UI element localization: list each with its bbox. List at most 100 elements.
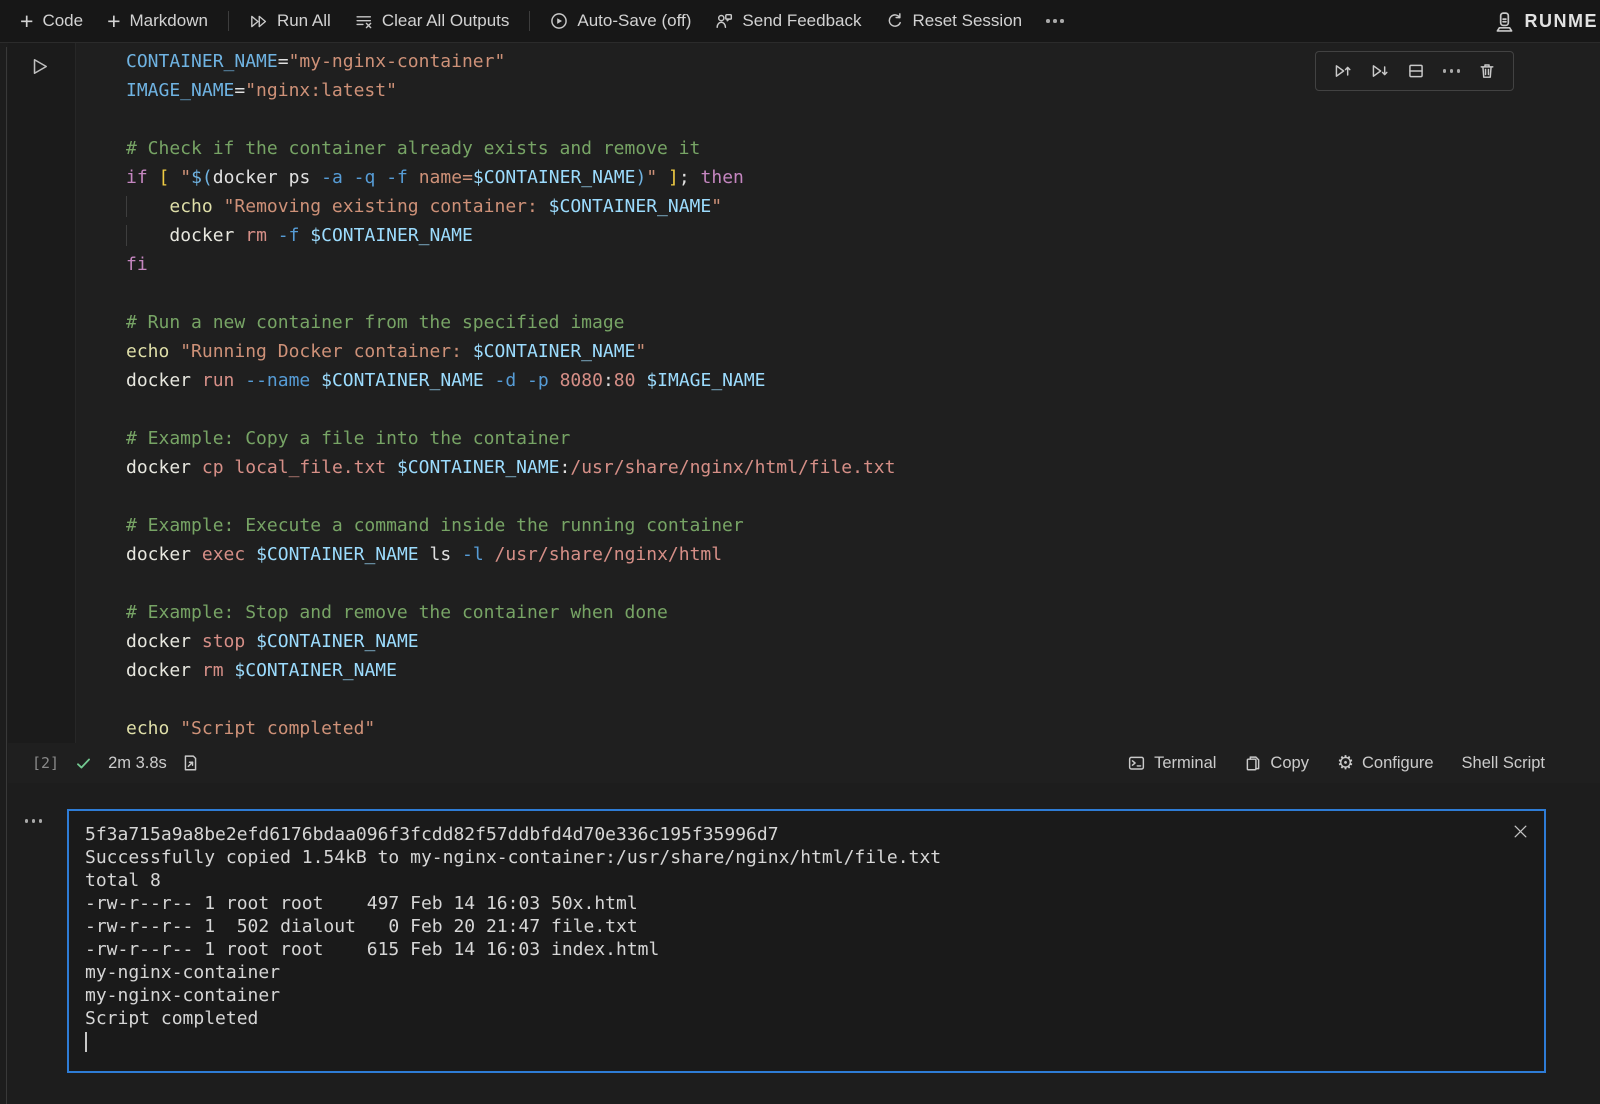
code-line: echo "Removing existing container: $CONT…: [126, 192, 1600, 221]
close-output-button[interactable]: [1510, 821, 1531, 842]
output-line: Script completed: [85, 1007, 1528, 1030]
gear-icon: ⚙: [1337, 755, 1354, 772]
auto-save-toggle[interactable]: Auto-Save (off): [538, 5, 703, 37]
code-line: # Example: Copy a file into the containe…: [126, 424, 1600, 453]
delete-cell-button[interactable]: [1470, 58, 1504, 84]
add-markdown-cell-button[interactable]: + Markdown: [95, 5, 220, 37]
output-line: -rw-r--r-- 1 502 dialout 0 Feb 20 21:47 …: [85, 915, 1528, 938]
cell-toolbar: [1315, 51, 1515, 91]
clear-all-outputs-button[interactable]: Clear All Outputs: [343, 5, 522, 37]
execution-duration: 2m 3.8s: [108, 754, 167, 773]
cell-footer: [2] 2m 3.8s Terminal: [8, 743, 1600, 783]
ellipsis-icon: [1046, 19, 1064, 23]
action-label: Terminal: [1154, 754, 1216, 773]
toolbar-item-label: Reset Session: [913, 11, 1023, 31]
play-down-icon: [1370, 62, 1389, 80]
code-lines: CONTAINER_NAME="my-nginx-container"IMAGE…: [126, 47, 1600, 743]
reset-session-button[interactable]: Reset Session: [874, 5, 1035, 37]
notebook-toolbar: + Code + Markdown Run All Clear All Outp…: [0, 0, 1600, 43]
terminal-cursor: [85, 1032, 87, 1052]
toolbar-divider: [228, 11, 229, 31]
action-label: Copy: [1270, 754, 1309, 773]
cell-more-actions-button[interactable]: [1435, 65, 1469, 77]
toolbar-divider: [529, 11, 530, 31]
configure-button[interactable]: ⚙ Configure: [1337, 754, 1434, 773]
output-more-actions-button[interactable]: [0, 809, 67, 824]
cell-actions-group: Terminal Copy ⚙ Configure Shell Script: [1127, 754, 1545, 773]
toolbar-left-group: + Code + Markdown Run All Clear All Outp…: [8, 5, 1076, 37]
toolbar-item-label: Code: [42, 11, 83, 31]
ellipsis-icon: [1443, 69, 1461, 73]
output-line: total 8: [85, 869, 1528, 892]
output-line: -rw-r--r-- 1 root root 615 Feb 14 16:03 …: [85, 938, 1528, 961]
output-line: Successfully copied 1.54kB to my-nginx-c…: [85, 846, 1528, 869]
code-line: [126, 482, 1600, 511]
code-cell: CONTAINER_NAME="my-nginx-container"IMAGE…: [8, 43, 1600, 783]
execution-count: [2]: [32, 754, 59, 772]
code-line: [126, 279, 1600, 308]
execute-cell-and-below-button[interactable]: [1362, 58, 1397, 84]
toolbar-more-actions-button[interactable]: [1034, 13, 1076, 29]
toolbar-item-label: Run All: [277, 11, 331, 31]
runme-brand[interactable]: RUNME: [1484, 7, 1599, 36]
file-open-icon: [182, 754, 199, 772]
code-line: docker stop $CONTAINER_NAME: [126, 627, 1600, 656]
execute-above-cells-button[interactable]: [1325, 58, 1360, 84]
code-line: docker rm $CONTAINER_NAME: [126, 656, 1600, 685]
runme-logo-icon: [1494, 11, 1515, 32]
code-line: [126, 395, 1600, 424]
send-feedback-button[interactable]: Send Feedback: [703, 5, 873, 37]
code-line: # Example: Execute a command inside the …: [126, 511, 1600, 540]
plus-icon: +: [107, 14, 120, 28]
code-line: # Check if the container already exists …: [126, 134, 1600, 163]
cell-output-row: 5f3a715a9a8be2efd6176bdaa096f3fcdd82f57d…: [0, 809, 1600, 1073]
code-line: if [ "$(docker ps -a -q -f name=$CONTAIN…: [126, 163, 1600, 192]
split-cell-button[interactable]: [1399, 58, 1433, 84]
code-line: [126, 685, 1600, 714]
code-line: docker exec $CONTAINER_NAME ls -l /usr/s…: [126, 540, 1600, 569]
play-icon: [29, 56, 50, 77]
open-session-output-button[interactable]: [182, 754, 199, 772]
code-line: docker cp local_file.txt $CONTAINER_NAME…: [126, 453, 1600, 482]
code-line: fi: [126, 250, 1600, 279]
cell-status-group: [2] 2m 3.8s: [32, 754, 199, 773]
cell-output-panel[interactable]: 5f3a715a9a8be2efd6176bdaa096f3fcdd82f57d…: [67, 809, 1546, 1073]
terminal-button[interactable]: Terminal: [1127, 754, 1216, 773]
output-text: 5f3a715a9a8be2efd6176bdaa096f3fcdd82f57d…: [85, 823, 1528, 1030]
clear-outputs-icon: [355, 13, 373, 30]
code-editor[interactable]: CONTAINER_NAME="my-nginx-container"IMAGE…: [76, 43, 1600, 743]
cell-language-label: Shell Script: [1462, 754, 1545, 773]
code-line: # Run a new container from the specified…: [126, 308, 1600, 337]
run-all-icon: [249, 13, 268, 30]
code-line: echo "Script completed": [126, 714, 1600, 743]
action-label: Configure: [1362, 754, 1434, 773]
plus-icon: +: [20, 14, 33, 28]
autosave-icon: [550, 12, 568, 30]
output-line: my-nginx-container: [85, 961, 1528, 984]
cell-gutter: [8, 43, 76, 743]
code-line: echo "Running Docker container: $CONTAIN…: [126, 337, 1600, 366]
brand-label: RUNME: [1525, 11, 1599, 32]
toolbar-item-label: Auto-Save (off): [577, 11, 691, 31]
terminal-icon: [1127, 754, 1146, 772]
code-line: [126, 105, 1600, 134]
cell-focus-indicator: [6, 47, 7, 1104]
feedback-icon: [715, 12, 733, 30]
toolbar-item-label: Markdown: [130, 11, 208, 31]
code-line: docker rm -f $CONTAINER_NAME: [126, 221, 1600, 250]
success-check-icon: [74, 755, 93, 772]
reset-icon: [886, 12, 904, 30]
run-all-button[interactable]: Run All: [237, 5, 343, 37]
play-up-icon: [1333, 62, 1352, 80]
code-line: # Example: Stop and remove the container…: [126, 598, 1600, 627]
toolbar-item-label: Clear All Outputs: [382, 11, 510, 31]
ellipsis-icon: [25, 819, 29, 823]
toolbar-right-group: RUNME: [1484, 7, 1599, 36]
toolbar-item-label: Send Feedback: [742, 11, 861, 31]
output-line: 5f3a715a9a8be2efd6176bdaa096f3fcdd82f57d…: [85, 823, 1528, 846]
code-line: docker run --name $CONTAINER_NAME -d -p …: [126, 366, 1600, 395]
run-cell-button[interactable]: [29, 56, 50, 77]
split-cell-icon: [1407, 62, 1425, 80]
copy-button[interactable]: Copy: [1244, 754, 1309, 773]
add-code-cell-button[interactable]: + Code: [8, 5, 95, 37]
